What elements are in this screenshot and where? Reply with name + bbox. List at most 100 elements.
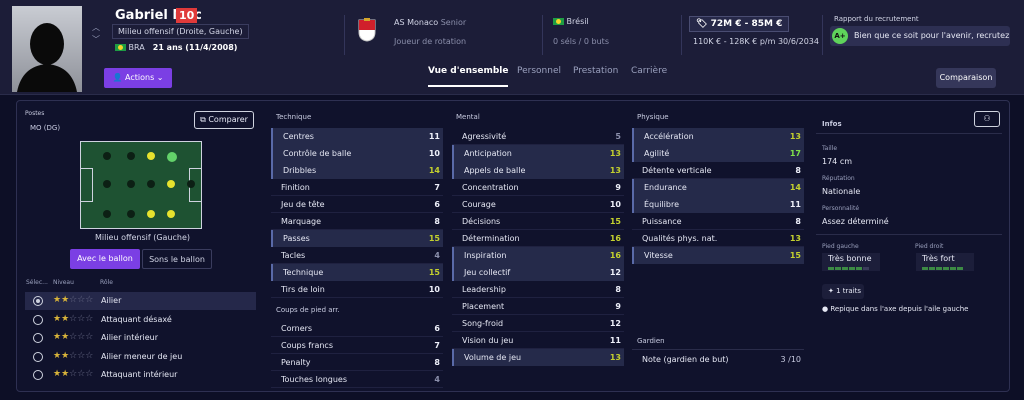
attribute-row[interactable]: Décisions 15 xyxy=(452,213,624,230)
attribute-row[interactable]: Appels de balle 13 xyxy=(452,162,624,179)
attribute-row[interactable]: Technique 15 xyxy=(271,264,443,281)
attribute-row[interactable]: Concentration 9 xyxy=(452,179,624,196)
attribute-name: Penalty xyxy=(281,358,311,367)
position-dot[interactable] xyxy=(147,180,155,188)
radio-button[interactable] xyxy=(33,351,43,362)
attribute-row[interactable]: Touches longues 4 xyxy=(271,371,443,388)
attribute-row[interactable]: Puissance 8 xyxy=(632,213,804,230)
attribute-value: 13 xyxy=(609,353,621,362)
position-dot[interactable] xyxy=(103,152,111,160)
tab-career[interactable]: Carrière xyxy=(631,66,667,76)
position-dot-good[interactable] xyxy=(167,180,175,188)
report-text: Bien que ce soit pour l'avenir, recrutez… xyxy=(854,31,1010,40)
position-dot[interactable] xyxy=(187,180,195,188)
value-badge: 🏷 72M € - 85M € xyxy=(689,16,790,32)
attribute-value: 13 xyxy=(789,234,801,243)
attribute-row[interactable]: Inspiration 16 xyxy=(452,247,624,264)
attribute-row[interactable]: Marquage 8 xyxy=(271,213,443,230)
attribute-row[interactable]: Tirs de loin 10 xyxy=(271,281,443,298)
attribute-row[interactable]: Leadership 8 xyxy=(452,281,624,298)
attribute-row[interactable]: Dribbles 14 xyxy=(271,162,443,179)
position-dot[interactable] xyxy=(103,210,111,218)
with-ball-button[interactable]: Avec le ballon xyxy=(70,249,140,269)
attribute-value: 8 xyxy=(795,166,801,175)
attribute-row[interactable]: Penalty 8 xyxy=(271,354,443,371)
player-nav-arrows[interactable]: ︿ ﹀ xyxy=(92,22,100,46)
position-dot-good[interactable] xyxy=(167,210,175,218)
attribute-row[interactable]: Contrôle de balle 10 xyxy=(271,145,443,162)
info-settings-button[interactable]: ⚇ xyxy=(974,111,1000,127)
attribute-row[interactable]: Anticipation 13 xyxy=(452,145,624,162)
attribute-row[interactable]: Jeu de tête 6 xyxy=(271,196,443,213)
without-ball-button[interactable]: Sons le ballon xyxy=(142,249,212,269)
club-line[interactable]: AS Monaco Senior xyxy=(394,18,466,27)
attribute-row[interactable]: Tacles 4 xyxy=(271,247,443,264)
radio-button[interactable] xyxy=(33,314,43,325)
people-icon: ⚇ xyxy=(983,114,991,123)
role-row[interactable]: ★★☆☆☆ Ailier xyxy=(25,292,256,310)
traits-badge[interactable]: ✦ 1 traits xyxy=(822,284,864,299)
selected-role-position: Milieu offensif (Gauche) xyxy=(94,233,191,242)
position-dot-good[interactable] xyxy=(147,210,155,218)
nation-line[interactable]: Brésil xyxy=(553,17,589,26)
attribute-name: Accélération xyxy=(644,132,694,141)
nation-name[interactable]: Brésil xyxy=(567,17,589,26)
attribute-value: 10 xyxy=(428,149,440,158)
position-dot-natural[interactable] xyxy=(167,152,177,162)
attribute-row[interactable]: Détente verticale 8 xyxy=(632,162,804,179)
attribute-row[interactable]: Détermination 16 xyxy=(452,230,624,247)
attribute-row[interactable]: Finition 7 xyxy=(271,179,443,196)
attribute-row[interactable]: Jeu collectif 12 xyxy=(452,264,624,281)
actions-button[interactable]: 👤 Actions ⌄ xyxy=(104,68,172,88)
right-foot-value: Très fort xyxy=(922,254,955,263)
position-pitch[interactable] xyxy=(80,141,202,229)
attribute-value: 15 xyxy=(428,234,440,243)
attribute-row[interactable]: Centres 11 xyxy=(271,128,443,145)
attribute-row[interactable]: Courage 10 xyxy=(452,196,624,213)
attribute-row[interactable]: Endurance 14 xyxy=(632,179,804,196)
reputation-label: Réputation xyxy=(822,175,855,182)
role-row[interactable]: ★★☆☆☆ Attaquant intérieur xyxy=(25,366,256,384)
attribute-row[interactable]: Coups francs 7 xyxy=(271,337,443,354)
attribute-value: 16 xyxy=(609,251,621,260)
attribute-row[interactable]: Accélération 13 xyxy=(632,128,804,145)
radio-button[interactable] xyxy=(33,370,43,380)
divider xyxy=(822,15,823,55)
attribute-row[interactable]: Qualités phys. nat. 13 xyxy=(632,230,804,247)
position-dot[interactable] xyxy=(127,180,135,188)
comparison-button[interactable]: Comparaison xyxy=(936,68,996,88)
attribute-row[interactable]: Song-froid 12 xyxy=(452,315,624,332)
role-row[interactable]: ★★☆☆☆ Attaquant désaxé xyxy=(25,311,256,329)
position-dot[interactable] xyxy=(103,180,111,188)
scout-report[interactable]: A+ Bien que ce soit pour l'avenir, recrut… xyxy=(830,26,1010,46)
role-name: Ailier xyxy=(101,296,122,305)
attribute-row[interactable]: Équilibre 11 xyxy=(632,196,804,213)
attribute-row[interactable]: Agilité 17 xyxy=(632,145,804,162)
club-name[interactable]: AS Monaco xyxy=(394,18,438,27)
chevron-up-icon[interactable]: ︿ xyxy=(92,23,100,32)
attribute-row[interactable]: Volume de jeu 13 xyxy=(452,349,624,366)
radio-button[interactable] xyxy=(33,296,43,306)
divider xyxy=(816,133,1002,134)
role-row[interactable]: ★★☆☆☆ Ailier intérieur xyxy=(25,329,256,347)
chevron-down-icon[interactable]: ﹀ xyxy=(92,35,100,44)
position-dot[interactable] xyxy=(127,152,135,160)
tab-overview-label[interactable]: Vue d'ensemble xyxy=(428,66,509,87)
position-dot[interactable] xyxy=(127,210,135,218)
attribute-row[interactable]: Agressivité 5 xyxy=(452,128,624,145)
attribute-row[interactable]: Vision du jeu 11 xyxy=(452,332,624,349)
tab-performance[interactable]: Prestation xyxy=(573,66,618,76)
tab-personal[interactable]: Personnel xyxy=(517,66,561,76)
attribute-row[interactable]: Passes 15 xyxy=(271,230,443,247)
club-level: Senior xyxy=(440,18,467,27)
attribute-row[interactable]: Corners 6 xyxy=(271,320,443,337)
caps-label: 0 séls / 0 buts xyxy=(553,37,609,46)
attribute-row[interactable]: Vitesse 15 xyxy=(632,247,804,264)
compare-button[interactable]: ⧉ Comparer xyxy=(194,111,254,129)
divider xyxy=(271,297,443,298)
tab-overview[interactable]: Vue d'ensemble xyxy=(428,66,509,87)
radio-button[interactable] xyxy=(33,333,43,343)
attribute-row[interactable]: Placement 9 xyxy=(452,298,624,315)
role-row[interactable]: ★★☆☆☆ Ailier meneur de jeu xyxy=(25,348,256,366)
position-dot-good[interactable] xyxy=(147,152,155,160)
